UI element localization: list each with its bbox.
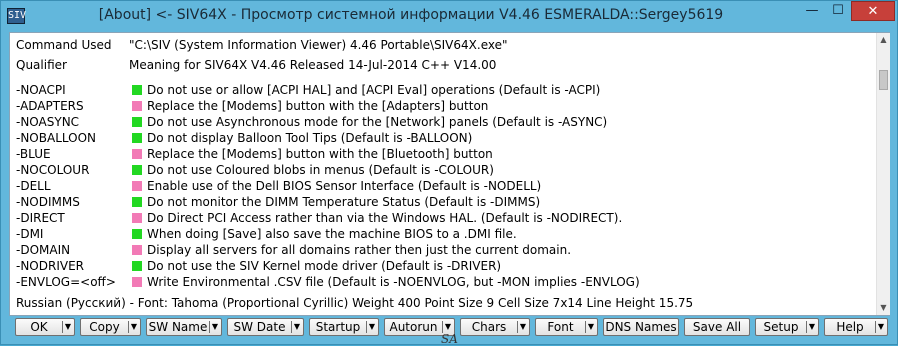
button-label: SW Name (148, 320, 208, 334)
dropdown-arrow-icon[interactable]: ▼ (209, 319, 221, 335)
window-title: [About] <- SIV64X - Просмотр системной и… (98, 7, 724, 23)
button-label: Autorun (389, 320, 438, 334)
font-status-line: Russian (Русский) - Font: Tahoma (Propor… (16, 296, 694, 310)
button-label: Save All (692, 320, 742, 334)
option-flag: -DIRECT (16, 211, 65, 225)
qualifier-label: Qualifier (16, 58, 67, 72)
qualifier-value: Meaning for SIV64X V4.46 Released 14-Jul… (129, 58, 497, 72)
setup-button[interactable]: Setup ▼ (755, 318, 819, 336)
help-button[interactable]: Help ▼ (824, 318, 888, 336)
option-flag: -BLUE (16, 147, 51, 161)
scroll-thumb[interactable] (879, 70, 888, 90)
colour-blob-icon (132, 277, 142, 287)
colour-blob-icon (132, 261, 142, 271)
colour-blob-icon (132, 213, 142, 223)
option-description: Enable use of the Dell BIOS Sensor Inter… (147, 179, 542, 193)
option-flag: -DOMAIN (16, 243, 71, 257)
close-icon[interactable]: ✕ (851, 1, 895, 21)
colour-blob-icon (132, 133, 142, 143)
sw-name-button[interactable]: SW Name ▼ (146, 318, 222, 336)
title-bar[interactable]: SIV [About] <- SIV64X - Просмотр системн… (1, 1, 897, 31)
dropdown-arrow-icon[interactable]: ▼ (875, 319, 887, 335)
colour-blob-icon (132, 165, 142, 175)
button-label: Startup (315, 320, 361, 334)
colour-blob-icon (132, 85, 142, 95)
option-description: Do not use the SIV Kernel mode driver (D… (147, 259, 502, 273)
option-flag: -DELL (16, 179, 51, 193)
dropdown-arrow-icon[interactable]: ▼ (291, 319, 303, 335)
option-description: Do not use Coloured blobs in menus (Defa… (147, 163, 494, 177)
minimize-icon[interactable]: — (799, 1, 825, 21)
dns-names-button[interactable]: DNS Names (603, 318, 679, 336)
save-all-button[interactable]: Save All (684, 318, 750, 336)
button-label: Font (547, 320, 574, 334)
chars-button[interactable]: Chars ▼ (460, 318, 530, 336)
siv-window: SIV [About] <- SIV64X - Просмотр системн… (0, 0, 898, 346)
colour-blob-icon (132, 149, 142, 159)
option-description: Do not display Balloon Tool Tips (Defaul… (147, 131, 473, 145)
watermark: SA (441, 332, 458, 346)
colour-blob-icon (132, 245, 142, 255)
dropdown-arrow-icon[interactable]: ▼ (128, 319, 140, 335)
option-flag: -NOASYNC (16, 115, 80, 129)
button-label: Copy (89, 320, 120, 334)
dropdown-arrow-icon[interactable]: ▼ (62, 319, 74, 335)
option-description: Display all servers for all domains rath… (147, 243, 572, 257)
option-description: Do Direct PCI Access rather than via the… (147, 211, 623, 225)
startup-button[interactable]: Startup ▼ (309, 318, 379, 336)
button-label: SW Date (233, 320, 286, 334)
option-description: Write Environmental .CSV file (Default i… (147, 275, 640, 289)
dropdown-arrow-icon[interactable]: ▼ (806, 319, 818, 335)
option-flag: -NOBALLOON (16, 131, 97, 145)
colour-blob-icon (132, 229, 142, 239)
maximize-icon[interactable]: ☐ (825, 1, 851, 21)
button-label: DNS Names (605, 320, 677, 334)
option-flag: -NODIMMS (16, 195, 80, 209)
dropdown-arrow-icon[interactable]: ▼ (366, 319, 378, 335)
button-label: Setup (763, 320, 799, 334)
option-description: When doing [Save] also save the machine … (147, 227, 517, 241)
option-flag: -NODRIVER (16, 259, 84, 273)
vertical-scrollbar[interactable]: ▲ ▼ (876, 33, 890, 315)
font-button[interactable]: Font ▼ (535, 318, 598, 336)
option-flag: -NOACPI (16, 83, 66, 97)
copy-button[interactable]: Copy ▼ (80, 318, 141, 336)
option-flag: -DMI (16, 227, 44, 241)
option-description: Do not monitor the DIMM Temperature Stat… (147, 195, 541, 209)
colour-blob-icon (132, 101, 142, 111)
colour-blob-icon (132, 117, 142, 127)
command-value: "C:\SIV (System Information Viewer) 4.46… (129, 38, 508, 52)
option-description: Do not use or allow [ACPI HAL] and [ACPI… (147, 83, 601, 97)
button-label: OK (30, 320, 48, 334)
button-label: Chars (471, 320, 507, 334)
ok-button[interactable]: OK ▼ (15, 318, 75, 336)
dropdown-arrow-icon[interactable]: ▼ (517, 319, 529, 335)
button-label: Help (836, 320, 864, 334)
colour-blob-icon (132, 181, 142, 191)
option-flag: -NOCOLOUR (16, 163, 90, 177)
app-icon[interactable]: SIV (7, 8, 26, 24)
options-list: Command Used "C:\SIV (System Information… (10, 33, 876, 315)
dropdown-arrow-icon[interactable]: ▼ (585, 319, 597, 335)
option-description: Replace the [Modems] button with the [Ad… (147, 99, 489, 113)
scroll-up-icon[interactable]: ▲ (877, 33, 890, 47)
option-description: Do not use Asynchronous mode for the [Ne… (147, 115, 608, 129)
command-label: Command Used (16, 38, 112, 52)
colour-blob-icon (132, 197, 142, 207)
sw-date-button[interactable]: SW Date ▼ (227, 318, 304, 336)
info-panel: Command Used "C:\SIV (System Information… (9, 32, 890, 316)
option-flag: -ADAPTERS (16, 99, 84, 113)
option-flag: -ENVLOG=<off> (16, 275, 116, 289)
option-description: Replace the [Modems] button with the [Bl… (147, 147, 493, 161)
